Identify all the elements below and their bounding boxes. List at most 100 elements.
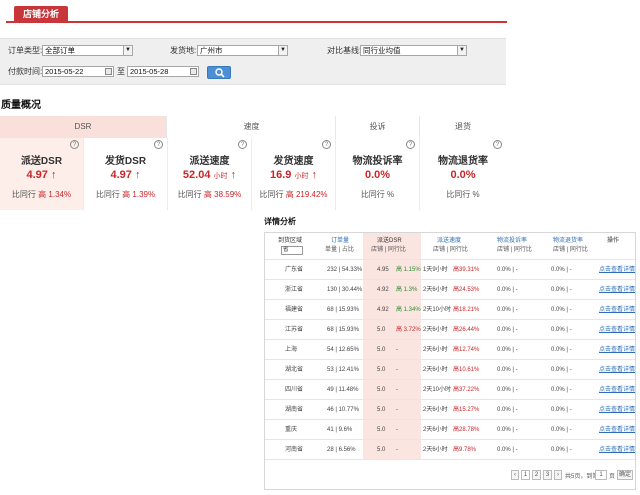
dsr-cell: 5.0 <box>377 387 386 393</box>
tab-shop-analysis[interactable]: 店铺分析 <box>14 6 68 22</box>
compare-label: 比同行 <box>11 190 36 199</box>
view-details-link[interactable]: 点击查看详情 <box>599 266 635 274</box>
metric-compare: 比同行 高 1.34% <box>0 189 83 200</box>
return-cell: 0.0% | - <box>551 427 572 433</box>
col-orders[interactable]: 订单量 <box>331 237 349 245</box>
metric-number: 16.9 <box>269 169 292 181</box>
metric-unit: 小时 <box>294 173 309 180</box>
view-details-link[interactable]: 点击查看详情 <box>599 366 635 374</box>
help-icon[interactable]: ? <box>154 140 163 149</box>
dsr-cell: 5.0 <box>377 327 386 333</box>
orders-cell: 28 | 6.56% <box>327 447 356 453</box>
help-icon[interactable]: ? <box>406 140 415 149</box>
dsr-cell: 5.0 <box>377 347 386 353</box>
orders-cell: 46 | 10.77% <box>327 407 359 413</box>
metric-name: 派送DSR <box>20 156 63 167</box>
calendar-icon[interactable] <box>190 68 197 75</box>
compare-label: 比同行 <box>177 190 202 199</box>
view-details-link[interactable]: 点击查看详情 <box>599 426 635 434</box>
compare-value: 1.34% <box>48 190 72 199</box>
col-action: 操作 <box>607 238 620 244</box>
help-icon[interactable]: ? <box>322 140 331 149</box>
metric-card: ? 派送DSR 4.97 ↑ 比同行 高 1.34% <box>0 138 84 210</box>
dsr-compare-cell: 高 1.3% <box>396 287 418 293</box>
col-speed[interactable]: 派送速度 <box>437 237 461 245</box>
col-dsr[interactable]: 派送DSR <box>377 237 402 245</box>
view-details-link[interactable]: 点击查看详情 <box>599 346 635 354</box>
group-header-complaint: 投诉 <box>336 116 420 138</box>
metric-number: 4.97 <box>110 169 132 181</box>
speed-compare-cell: 高26.44% <box>453 327 480 333</box>
page-1-button[interactable]: 1 <box>521 470 530 480</box>
dsr-compare-cell: - <box>396 427 398 433</box>
compare-baseline-select[interactable]: 同行业均值 ▼ <box>360 45 467 56</box>
dsr-compare-cell: 高 1.15% <box>396 267 421 273</box>
speed-compare-cell: 高12.74% <box>453 347 480 353</box>
province-cell: 河南省 <box>285 447 304 453</box>
metric-card: ? 物流投诉率 0.0% 比同行 % <box>336 138 420 210</box>
complaint-cell: 0.0% | - <box>497 327 518 333</box>
orders-cell: 41 | 9.6% <box>327 427 353 433</box>
metric-card: ? 物流退货率 0.0% 比同行 % <box>420 138 506 210</box>
help-icon[interactable]: ? <box>238 140 247 149</box>
return-cell: 0.0% | - <box>551 267 572 273</box>
ship-from-select[interactable]: 广州市 ▼ <box>197 45 288 56</box>
metric-number: 52.04 <box>182 169 211 181</box>
compare-label: 比同行 <box>95 190 120 199</box>
view-details-link[interactable]: 点击查看详情 <box>599 306 635 314</box>
confirm-button[interactable]: 确定 <box>617 470 633 480</box>
order-type-label: 订单类型: <box>8 46 43 55</box>
compare-direction: 高 <box>122 190 131 199</box>
prev-page-button[interactable]: ‹ <box>511 470 519 480</box>
order-type-value: 全部订单 <box>45 46 75 55</box>
speed-compare-cell: 高37.22% <box>453 387 480 393</box>
speed-cell: 2天6小时 <box>423 347 448 353</box>
page-2-button[interactable]: 2 <box>532 470 541 480</box>
metric-value: 4.97 ↑ <box>84 169 167 181</box>
calendar-icon[interactable] <box>105 68 112 75</box>
view-details-link[interactable]: 点击查看详情 <box>599 386 635 394</box>
complaint-cell: 0.0% | - <box>497 267 518 273</box>
orders-cell: 130 | 30.44% <box>327 287 363 293</box>
speed-cell: 2天6小时 <box>423 367 448 373</box>
compare-value: % <box>472 190 480 199</box>
province-cell: 广东省 <box>285 267 304 273</box>
return-cell: 0.0% | - <box>551 387 572 393</box>
search-button[interactable] <box>207 66 231 79</box>
view-details-link[interactable]: 点击查看详情 <box>599 406 635 414</box>
orders-cell: 49 | 11.48% <box>327 387 359 393</box>
ship-from-value: 广州市 <box>200 46 223 55</box>
order-type-select[interactable]: 全部订单 ▼ <box>42 45 133 56</box>
date-from-input[interactable]: 2015-05-22 <box>42 66 114 77</box>
col-complaint[interactable]: 物流投诉率 <box>497 237 527 245</box>
date-to-input[interactable]: 2015-05-28 <box>127 66 199 77</box>
dsr-cell: 5.0 <box>377 447 386 453</box>
metric-compare: 比同行 % <box>420 189 506 200</box>
metric-name: 物流投诉率 <box>352 156 403 167</box>
next-page-button[interactable]: › <box>554 470 562 480</box>
table-row: 广东省 232 | 54.33% 4.95 高 1.15% 1天9小时 高39.31% 0.… <box>265 259 635 279</box>
help-icon[interactable]: ? <box>493 140 502 149</box>
arrow-up-icon: ↑ <box>134 169 141 181</box>
col-return[interactable]: 物流退货率 <box>553 237 583 245</box>
dsr-compare-cell: 高 1.34% <box>396 307 421 313</box>
page-number-input[interactable]: 1 <box>595 470 607 480</box>
metric-name: 发货速度 <box>273 156 314 167</box>
tab-underline <box>6 21 507 23</box>
date-from-value: 2015-05-22 <box>45 67 84 76</box>
dsr-compare-cell: - <box>396 407 398 413</box>
table-row: 重庆 41 | 9.6% 5.0 - 2天6小时 高28.78% 0.0% | - 0.0% … <box>265 419 635 439</box>
search-icon <box>215 68 225 78</box>
chevron-down-icon: ▼ <box>457 46 466 55</box>
view-details-link[interactable]: 点击查看详情 <box>599 286 635 294</box>
help-icon[interactable]: ? <box>70 140 79 149</box>
col-return-sub: 店铺 | 同行比 <box>553 247 588 253</box>
region-level-select[interactable]: 省 <box>281 246 303 255</box>
view-details-link[interactable]: 点击查看详情 <box>599 446 635 454</box>
dsr-cell: 5.0 <box>377 427 386 433</box>
view-details-link[interactable]: 点击查看详情 <box>599 326 635 334</box>
table-row: 湖北省 53 | 12.41% 5.0 - 2天6小时 高10.61% 0.0% | - 0.… <box>265 359 635 379</box>
page-3-button[interactable]: 3 <box>543 470 552 480</box>
region-level-value: 省 <box>283 247 289 253</box>
ship-from-label: 发货地: <box>170 46 197 55</box>
